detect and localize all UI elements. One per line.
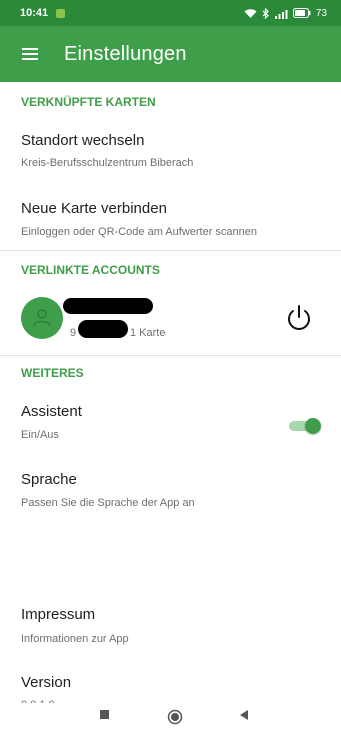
battery-icon <box>292 8 311 18</box>
item-title: Version <box>21 674 72 691</box>
section-header-more: WEITERES <box>21 366 84 380</box>
item-title: Standort wechseln <box>21 132 145 149</box>
power-icon[interactable] <box>283 302 315 334</box>
account-number: 9 <box>70 327 77 339</box>
item-subtitle: Informationen zur App <box>21 633 129 645</box>
item-subtitle: Einloggen oder QR-Code am Aufwerter scan… <box>21 226 258 238</box>
item-subtitle: Passen Sie die Sprache der App an <box>21 497 195 509</box>
signal-icon <box>274 9 288 19</box>
home-circle-icon[interactable] <box>167 709 183 725</box>
back-triangle-icon[interactable] <box>238 709 250 721</box>
hamburger-menu-icon[interactable] <box>6 26 54 82</box>
section-header-linked-cards: VERKNÜPFTE KARTEN <box>21 95 156 109</box>
section-header-linked-accounts: VERLINKTE ACCOUNTS <box>21 263 160 277</box>
item-title: Neue Karte verbinden <box>21 200 167 217</box>
item-title: Impressum <box>21 606 96 623</box>
redaction-mark <box>63 298 153 314</box>
divider <box>0 355 341 356</box>
recents-square-icon[interactable] <box>99 709 111 721</box>
wifi-icon <box>244 8 257 18</box>
item-subtitle: Kreis-Berufsschulzentrum Biberach <box>21 157 194 169</box>
user-group-icon <box>21 297 63 339</box>
battery-level: 73 <box>315 7 327 19</box>
toggle-knob <box>305 418 321 434</box>
item-subtitle: Ein/Aus <box>21 429 59 441</box>
item-title: Assistent <box>21 403 82 420</box>
status-icons: 73 <box>244 7 327 19</box>
account-card-count: 1 Karte <box>130 327 166 339</box>
divider <box>0 250 341 251</box>
status-time: 10:41 <box>20 7 49 19</box>
redaction-mark <box>78 320 128 338</box>
item-title: Sprache <box>21 471 77 488</box>
bluetooth-icon <box>262 7 269 19</box>
status-bar: 10:41 73 <box>0 0 341 26</box>
app-bar: Einstellungen <box>0 26 341 82</box>
page-title: Einstellungen <box>64 42 187 65</box>
assistant-toggle[interactable] <box>287 418 321 434</box>
notification-icon <box>56 8 66 18</box>
system-nav-bar <box>0 703 341 729</box>
